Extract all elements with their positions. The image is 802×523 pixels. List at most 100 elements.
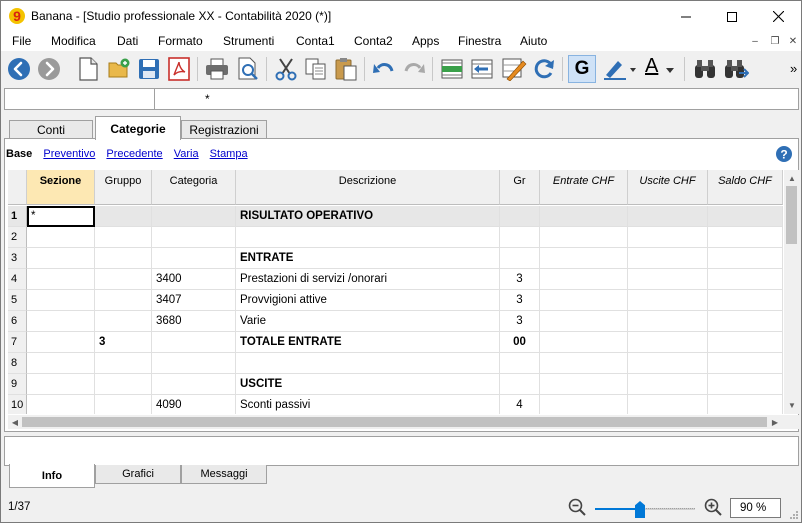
scroll-left-icon[interactable]: ◀ [8,415,22,429]
delete-rows-button[interactable] [468,55,496,83]
cell-categoria[interactable] [152,206,236,227]
pdf-button[interactable] [165,55,193,83]
cell-entrate[interactable] [540,353,628,374]
print-preview-button[interactable] [234,55,262,83]
row-number[interactable]: 5 [8,290,27,311]
cell-uscite[interactable] [628,332,708,353]
zoom-slider-thumb[interactable] [635,501,645,518]
cell-descrizione[interactable]: Sconti passivi [236,395,500,414]
grid-corner[interactable] [8,170,27,205]
mdi-close-icon[interactable]: ✕ [786,35,800,48]
cell-sezione[interactable] [27,311,95,332]
cell-categoria[interactable] [152,332,236,353]
tab-grafici[interactable]: Grafici [95,465,181,484]
cell-sezione[interactable] [27,395,95,414]
row-number[interactable]: 4 [8,269,27,290]
row-number[interactable]: 7 [8,332,27,353]
row-number[interactable]: 3 [8,248,27,269]
cell-entrate[interactable] [540,227,628,248]
maximize-button[interactable] [709,1,755,32]
cell-entrate[interactable] [540,206,628,227]
scroll-up-icon[interactable]: ▲ [785,171,799,185]
menu-finestra[interactable]: Finestra [458,34,501,48]
paste-button[interactable] [332,55,360,83]
row-number[interactable]: 1 [8,206,27,227]
cell-categoria[interactable]: 3407 [152,290,236,311]
cell-gruppo[interactable] [95,269,152,290]
cell-sezione[interactable] [27,227,95,248]
cell-uscite[interactable] [628,269,708,290]
refresh-button[interactable] [530,55,558,83]
cell-sezione[interactable]: * [27,206,95,227]
cell-categoria[interactable] [152,353,236,374]
insert-rows-button[interactable] [438,55,466,83]
menu-strumenti[interactable]: Strumenti [223,34,274,48]
zoom-slider[interactable] [595,499,695,519]
new-file-button[interactable] [74,55,102,83]
view-varia[interactable]: Varia [174,148,199,160]
tab-info[interactable]: Info [9,464,95,488]
row-number[interactable]: 2 [8,227,27,248]
vertical-scroll-thumb[interactable] [786,186,797,244]
toolbar-overflow-icon[interactable]: » [790,61,797,76]
cell-saldo[interactable] [708,290,783,311]
column-header-entrate[interactable]: Entrate CHF [540,170,628,205]
tab-conti[interactable]: Conti [9,120,93,139]
mdi-restore-icon[interactable]: ❐ [768,35,782,48]
cell-categoria[interactable]: 3400 [152,269,236,290]
column-header-gruppo[interactable]: Gruppo [95,170,152,205]
cell-saldo[interactable] [708,311,783,332]
cell-gruppo[interactable] [95,353,152,374]
horizontal-scroll-thumb[interactable] [22,417,767,427]
cell-gruppo[interactable] [95,227,152,248]
cell-categoria[interactable] [152,227,236,248]
redo-button[interactable] [400,55,428,83]
back-button[interactable] [5,55,33,83]
cell-reference-field[interactable] [5,89,155,109]
column-header-sezione[interactable]: Sezione [27,170,95,205]
tab-registrazioni[interactable]: Registrazioni [181,120,267,139]
cell-descrizione[interactable]: USCITE [236,374,500,395]
cell-gr[interactable] [500,374,540,395]
menu-formato[interactable]: Formato [158,34,203,48]
cell-saldo[interactable] [708,332,783,353]
text-color-button[interactable]: A [640,55,676,83]
cell-uscite[interactable] [628,248,708,269]
cell-gr[interactable] [500,206,540,227]
menu-conta1[interactable]: Conta1 [296,34,335,48]
menu-file[interactable]: File [12,34,31,48]
highlight-button[interactable] [602,55,638,83]
menu-dati[interactable]: Dati [117,34,138,48]
cell-gr[interactable]: 00 [500,332,540,353]
cell-gruppo[interactable] [95,374,152,395]
row-number[interactable]: 8 [8,353,27,374]
cell-gr[interactable] [500,227,540,248]
copy-button[interactable] [302,55,330,83]
cell-uscite[interactable] [628,227,708,248]
cell-entrate[interactable] [540,248,628,269]
minimize-button[interactable] [663,1,709,32]
cell-sezione[interactable] [27,374,95,395]
cell-saldo[interactable] [708,206,783,227]
cell-gr[interactable]: 3 [500,290,540,311]
cell-sezione[interactable] [27,332,95,353]
menu-aiuto[interactable]: Aiuto [520,34,547,48]
cell-gruppo[interactable] [95,206,152,227]
print-button[interactable] [203,55,231,83]
cell-descrizione[interactable] [236,353,500,374]
cell-saldo[interactable] [708,395,783,414]
cell-entrate[interactable] [540,332,628,353]
horizontal-scrollbar[interactable]: ◀ ▶ [8,415,799,429]
cell-uscite[interactable] [628,353,708,374]
cell-gr[interactable]: 3 [500,269,540,290]
cell-descrizione[interactable]: RISULTATO OPERATIVO [236,206,500,227]
cell-sezione[interactable] [27,269,95,290]
cell-saldo[interactable] [708,248,783,269]
cell-gr[interactable] [500,248,540,269]
row-number[interactable]: 9 [8,374,27,395]
cell-descrizione[interactable]: TOTALE ENTRATE [236,332,500,353]
cell-entrate[interactable] [540,395,628,414]
cell-uscite[interactable] [628,206,708,227]
cell-gruppo[interactable] [95,290,152,311]
cell-gr[interactable] [500,353,540,374]
